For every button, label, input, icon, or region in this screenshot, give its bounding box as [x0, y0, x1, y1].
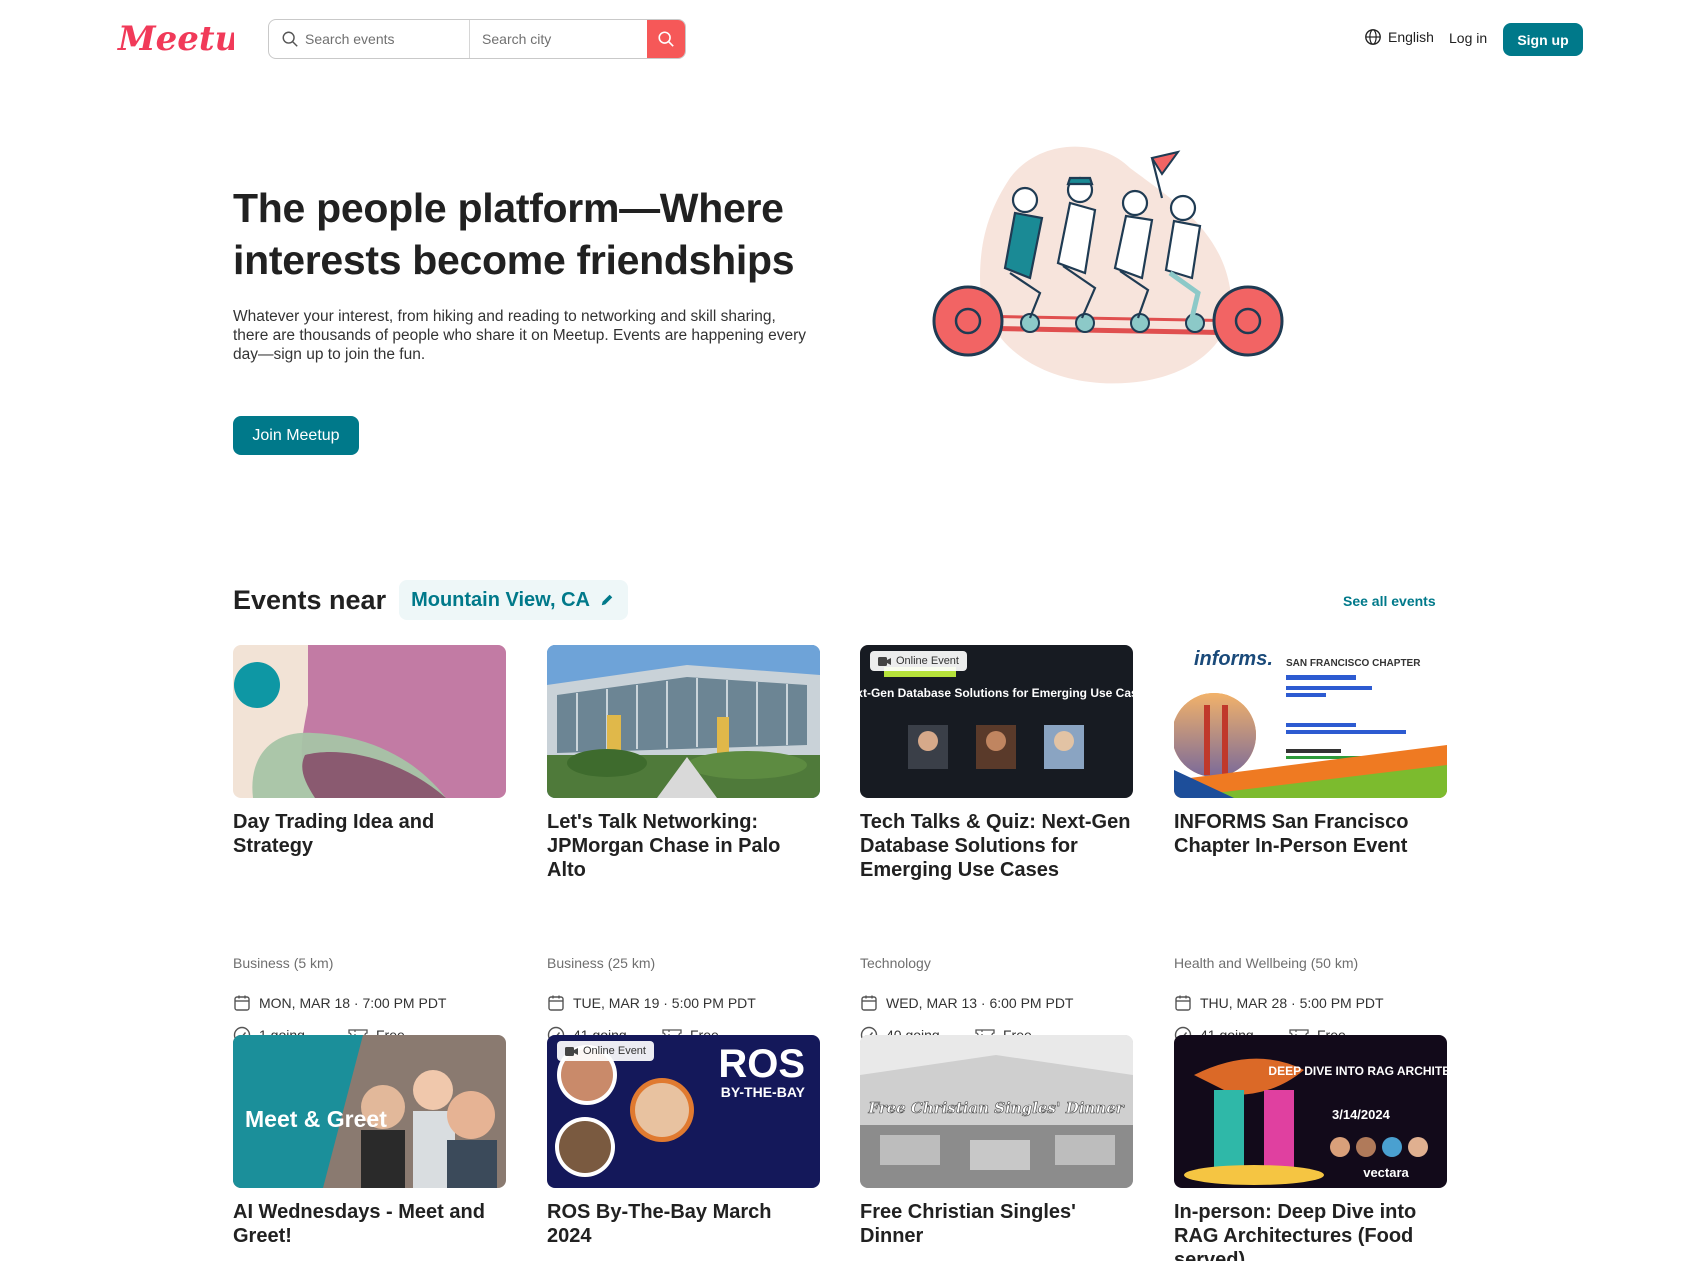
events-near-heading: Events near	[233, 584, 387, 615]
globe-icon	[1365, 29, 1381, 45]
login-link[interactable]: Log in	[1449, 30, 1487, 46]
online-event-badge: Online Event	[557, 1041, 654, 1061]
calendar-icon	[1175, 995, 1191, 1011]
event-image: Next-Gen Database Solutions for Emerging…	[860, 645, 1133, 798]
event-category: Business (25 km)	[547, 955, 656, 971]
hero-description: Whatever your interest, from hiking and …	[233, 308, 807, 363]
event-title[interactable]: ROS By-The-Bay March 2024	[547, 1200, 820, 1248]
calendar-icon	[548, 995, 564, 1011]
svg-text:Meetup: Meetup	[117, 19, 234, 59]
signup-button[interactable]: Sign up	[1503, 23, 1583, 56]
event-title[interactable]: Let's Talk Networking: JPMorgan Chase in…	[547, 810, 820, 882]
event-image: DEEP DIVE INTO RAG ARCHITECTURES 3/14/20…	[1174, 1035, 1447, 1188]
tandem-bike-illustration	[930, 138, 1290, 388]
event-image	[233, 645, 506, 798]
site-header: Meetup English Log in Sign up	[0, 0, 1702, 80]
video-camera-icon	[565, 1046, 578, 1056]
poster-title: Next-Gen Database Solutions for Emerging…	[860, 686, 1133, 700]
search-city-field[interactable]	[470, 20, 648, 58]
event-card[interactable]: Let's Talk Networking: JPMorgan Chase in…	[547, 645, 820, 1044]
search-icon	[658, 31, 674, 47]
event-card[interactable]: Free Christian Singles' Dinner Free Chri…	[860, 1035, 1133, 1248]
event-image: Meet & Greet	[233, 1035, 506, 1188]
event-card[interactable]: ROS BY-THE-BAY Online Event ROS By-The-B…	[547, 1035, 820, 1248]
search-icon	[282, 31, 298, 47]
poster-subtitle: SAN FRANCISCO CHAPTER	[1286, 658, 1421, 669]
poster-brand: vectara	[1363, 1165, 1409, 1180]
poster-text: Meet & Greet	[245, 1106, 387, 1132]
event-category: Technology	[860, 955, 931, 971]
event-date-text: THU, MAR 28 · 5:00 PM PDT	[1200, 995, 1384, 1011]
calendar-icon	[234, 995, 250, 1011]
location-label: Mountain View, CA	[411, 588, 590, 611]
poster-text: Free Christian Singles' Dinner	[867, 1099, 1124, 1117]
hero-title: The people platform—Where interests beco…	[233, 185, 795, 283]
event-title[interactable]: In-person: Deep Dive into RAG Architectu…	[1174, 1200, 1447, 1261]
event-date-text: MON, MAR 18 · 7:00 PM PDT	[259, 995, 447, 1011]
event-card[interactable]: DEEP DIVE INTO RAG ARCHITECTURES 3/14/20…	[1174, 1035, 1447, 1261]
events-near-header: Events near Mountain View, CA	[233, 580, 628, 620]
search-city-input[interactable]	[482, 31, 648, 47]
event-image: Free Christian Singles' Dinner	[860, 1035, 1133, 1188]
online-event-label: Online Event	[896, 655, 959, 667]
event-date: TUE, MAR 19 · 5:00 PM PDT	[547, 994, 756, 1012]
search-button[interactable]	[647, 20, 685, 58]
video-camera-icon	[878, 656, 891, 666]
poster-brand: informs.	[1194, 648, 1273, 670]
event-title[interactable]: AI Wednesdays - Meet and Greet!	[233, 1200, 506, 1248]
search-events-field[interactable]	[269, 20, 471, 58]
poster-subtitle: BY-THE-BAY	[721, 1084, 806, 1100]
event-date: MON, MAR 18 · 7:00 PM PDT	[233, 994, 446, 1012]
event-date: WED, MAR 13 · 6:00 PM PDT	[860, 994, 1073, 1012]
event-title[interactable]: INFORMS San Francisco Chapter In-Person …	[1174, 810, 1447, 858]
event-date: THU, MAR 28 · 5:00 PM PDT	[1174, 994, 1384, 1012]
edit-pencil-icon	[601, 594, 613, 606]
calendar-icon	[861, 995, 877, 1011]
search-bar	[268, 19, 686, 59]
join-meetup-button[interactable]: Join Meetup	[233, 416, 359, 455]
language-label: English	[1388, 29, 1434, 45]
language-selector[interactable]: English	[1364, 28, 1434, 46]
poster-title: DEEP DIVE INTO RAG ARCHITECTURES	[1268, 1064, 1447, 1078]
event-title[interactable]: Free Christian Singles' Dinner	[860, 1200, 1133, 1248]
event-title[interactable]: Tech Talks & Quiz: Next-Gen Database Sol…	[860, 810, 1133, 882]
event-category: Health and Wellbeing (50 km)	[1174, 955, 1359, 971]
event-date-text: WED, MAR 13 · 6:00 PM PDT	[886, 995, 1074, 1011]
event-image	[547, 645, 820, 798]
meetup-logo[interactable]: Meetup	[116, 12, 263, 64]
event-image: informs. SAN FRANCISCO CHAPTER	[1174, 645, 1447, 798]
search-events-input[interactable]	[305, 31, 470, 47]
event-date-text: TUE, MAR 19 · 5:00 PM PDT	[573, 995, 756, 1011]
event-card[interactable]: Day Trading Idea and Strategy Business (…	[233, 645, 506, 1044]
poster-title: ROS	[718, 1042, 805, 1086]
poster-date: 3/14/2024	[1332, 1107, 1391, 1122]
online-event-badge: Online Event	[870, 651, 967, 671]
event-card[interactable]: Next-Gen Database Solutions for Emerging…	[860, 645, 1133, 1044]
online-event-label: Online Event	[583, 1045, 646, 1057]
event-title[interactable]: Day Trading Idea and Strategy	[233, 810, 506, 858]
event-category: Business (5 km)	[233, 955, 334, 971]
location-selector[interactable]: Mountain View, CA	[399, 580, 628, 620]
see-all-events-link[interactable]: See all events	[1343, 593, 1436, 609]
event-card[interactable]: informs. SAN FRANCISCO CHAPTER INFORMS S…	[1174, 645, 1447, 1044]
event-image: ROS BY-THE-BAY Online Event	[547, 1035, 820, 1188]
event-card[interactable]: Meet & Greet AI Wednesdays - Meet and Gr…	[233, 1035, 506, 1248]
